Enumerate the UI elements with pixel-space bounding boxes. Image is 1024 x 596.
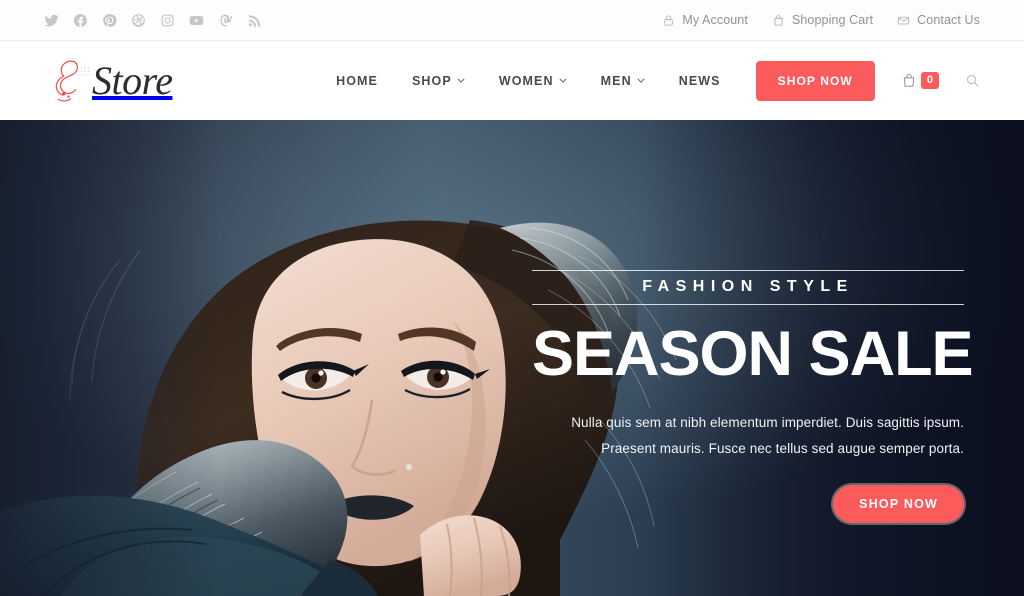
shopping-bag-icon xyxy=(903,73,915,87)
utility-link-label: Contact Us xyxy=(917,13,980,27)
utility-link-contact-us[interactable]: Contact Us xyxy=(897,13,980,27)
facebook-icon xyxy=(73,13,87,27)
hero-description: Nulla quis sem at nibh elementum imperdi… xyxy=(532,410,964,463)
search-button[interactable] xyxy=(965,73,980,88)
nav-item-shop[interactable]: SHOP xyxy=(395,74,482,88)
rss-icon xyxy=(248,14,261,27)
twitter-icon xyxy=(44,14,59,26)
utility-link-label: My Account xyxy=(682,13,748,27)
main-header: Store HOME SHOP WOMEN MEN NEWS SHOP NOW … xyxy=(0,41,1024,120)
nav-item-home[interactable]: HOME xyxy=(319,74,395,88)
site-logo[interactable]: Store xyxy=(44,57,173,104)
hero-content: FASHION STYLE SEASON SALE Nulla quis sem… xyxy=(532,270,974,523)
hero-shop-now-button[interactable]: SHOP NOW xyxy=(833,484,964,523)
social-link-instagram[interactable] xyxy=(160,13,175,28)
chevron-down-icon xyxy=(457,78,465,83)
header-shop-now-button[interactable]: SHOP NOW xyxy=(755,60,875,101)
nav-item-label: MEN xyxy=(600,73,632,88)
instagram-icon xyxy=(161,14,174,26)
social-link-pinterest[interactable] xyxy=(102,13,117,28)
utility-link-label: Shopping Cart xyxy=(791,13,874,27)
social-link-twitter[interactable] xyxy=(44,13,59,28)
social-link-facebook[interactable] xyxy=(73,13,88,28)
chevron-down-icon xyxy=(559,78,567,83)
top-utility-bar: My Account Shopping Cart Contact Us xyxy=(0,0,1024,41)
dribbble-icon xyxy=(132,13,145,27)
hero-title: SEASON SALE xyxy=(532,319,974,389)
nav-item-label: WOMEN xyxy=(498,73,554,88)
nav-item-men[interactable]: MEN xyxy=(584,74,662,88)
hero-banner: FASHION STYLE SEASON SALE Nulla quis sem… xyxy=(0,120,1024,596)
social-link-vine[interactable] xyxy=(218,13,233,28)
chevron-down-icon xyxy=(637,78,645,83)
nav-item-label: SHOP xyxy=(411,73,452,88)
utility-link-shopping-cart[interactable]: Shopping Cart xyxy=(772,13,873,27)
search-icon xyxy=(966,74,979,87)
nav-item-news[interactable]: NEWS xyxy=(662,74,738,88)
nav-item-label: HOME xyxy=(336,73,378,88)
bag-icon xyxy=(774,14,783,26)
utility-link-my-account[interactable]: My Account xyxy=(662,13,748,27)
nav-item-label: NEWS xyxy=(678,73,721,88)
cart-count-badge: 0 xyxy=(920,71,939,90)
logo-mark-icon xyxy=(55,60,90,102)
utility-links: My Account Shopping Cart Contact Us xyxy=(662,13,980,27)
cart-button[interactable]: 0 xyxy=(901,71,939,90)
envelope-icon xyxy=(898,16,909,24)
hero-description-line-1: Nulla quis sem at nibh elementum imperdi… xyxy=(571,415,964,431)
vine-icon xyxy=(220,14,233,26)
pinterest-icon xyxy=(103,13,117,27)
nav-item-women[interactable]: WOMEN xyxy=(482,74,584,88)
youtube-icon xyxy=(189,15,204,25)
social-link-rss[interactable] xyxy=(247,13,262,28)
main-navigation: HOME SHOP WOMEN MEN NEWS SHOP NOW 0 xyxy=(319,60,980,101)
lock-icon xyxy=(664,15,674,26)
hero-eyebrow: FASHION STYLE xyxy=(532,270,964,305)
social-link-youtube[interactable] xyxy=(189,13,204,28)
logo-text: Store xyxy=(92,57,173,103)
social-link-dribbble[interactable] xyxy=(131,13,146,28)
social-links xyxy=(44,13,262,28)
hero-description-line-2: Praesent mauris. Fusce nec tellus sed au… xyxy=(601,441,964,457)
